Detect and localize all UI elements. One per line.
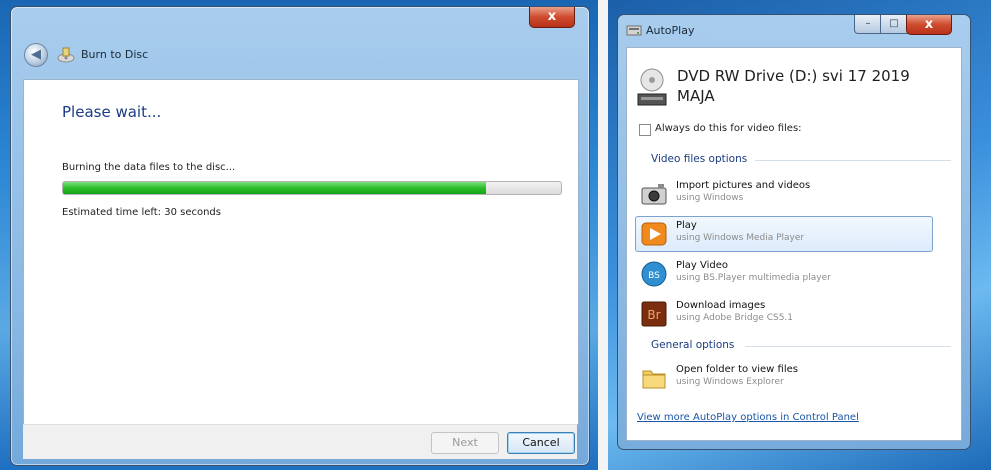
back-button[interactable]: ◀ (24, 43, 48, 67)
progress-bar-fill (63, 182, 487, 194)
window-title: AutoPlay (646, 24, 695, 37)
adobe-bridge-icon: Br (641, 301, 667, 327)
option-label: Play (676, 220, 697, 231)
camera-icon (641, 184, 667, 205)
progress-bar (62, 181, 562, 195)
button-bar: Next Cancel (23, 424, 577, 459)
option-open-folder[interactable]: Open folder to view files using Windows … (635, 360, 933, 396)
option-play-video-bsplayer[interactable]: BS Play Video using BS.Player multimedia… (635, 256, 933, 292)
always-do-this-label: Always do this for video files: (655, 123, 802, 134)
option-sublabel: using Windows Media Player (676, 233, 805, 243)
next-button[interactable]: Next (431, 432, 499, 454)
window-controls: – □ x (854, 15, 964, 35)
page-heading: Please wait... (62, 103, 162, 121)
option-label: Open folder to view files (676, 364, 798, 375)
screenshot-divider (598, 0, 608, 470)
media-player-icon (641, 222, 667, 246)
window-title: Burn to Disc (81, 48, 149, 61)
bs-player-icon: BS (641, 261, 667, 287)
close-button[interactable]: x (906, 15, 952, 35)
autoplay-content-area: DVD RW Drive (D:) svi 17 2019 MAJA Alway… (626, 47, 962, 441)
maximize-button[interactable]: □ (880, 15, 908, 34)
control-panel-link[interactable]: View more AutoPlay options in Control Pa… (637, 412, 859, 423)
option-import-pictures[interactable]: Import pictures and videos using Windows (635, 176, 933, 212)
option-sublabel: using Windows (676, 193, 744, 203)
burn-content-area: Please wait... Burning the data files to… (23, 79, 579, 425)
status-text: Burning the data files to the disc... (62, 162, 236, 173)
section-divider (745, 346, 951, 347)
always-do-this-checkbox[interactable] (639, 124, 651, 136)
burn-to-disc-window: x ◀ Burn to Disc Please wait... Burning … (10, 6, 590, 466)
option-download-images[interactable]: Br Download images using Adobe Bridge CS… (635, 296, 933, 332)
folder-icon (642, 370, 666, 389)
svg-text:BS: BS (648, 271, 660, 281)
general-options-heading: General options (651, 339, 735, 351)
option-sublabel: using BS.Player multimedia player (676, 273, 831, 283)
time-remaining-text: Estimated time left: 30 seconds (62, 207, 221, 218)
burn-disc-icon (57, 47, 75, 63)
section-divider (755, 160, 951, 161)
option-label: Import pictures and videos (676, 180, 811, 191)
video-options-heading: Video files options (651, 153, 748, 165)
dvd-drive-icon (637, 68, 667, 106)
option-label: Play Video (676, 260, 729, 271)
option-play-media-player[interactable]: Play using Windows Media Player (635, 216, 933, 252)
autoplay-icon (626, 25, 642, 36)
option-label: Download images (676, 300, 766, 311)
minimize-button[interactable]: – (854, 15, 882, 34)
svg-text:Br: Br (647, 308, 660, 322)
close-button[interactable]: x (529, 7, 575, 28)
option-sublabel: using Adobe Bridge CS5.1 (676, 313, 794, 323)
autoplay-window: AutoPlay – □ x DVD RW Drive (D:) svi 17 … (617, 14, 971, 450)
cancel-button[interactable]: Cancel (507, 432, 575, 454)
drive-title: DVD RW Drive (D:) svi 17 2019 MAJA (677, 67, 910, 105)
option-sublabel: using Windows Explorer (676, 377, 784, 387)
